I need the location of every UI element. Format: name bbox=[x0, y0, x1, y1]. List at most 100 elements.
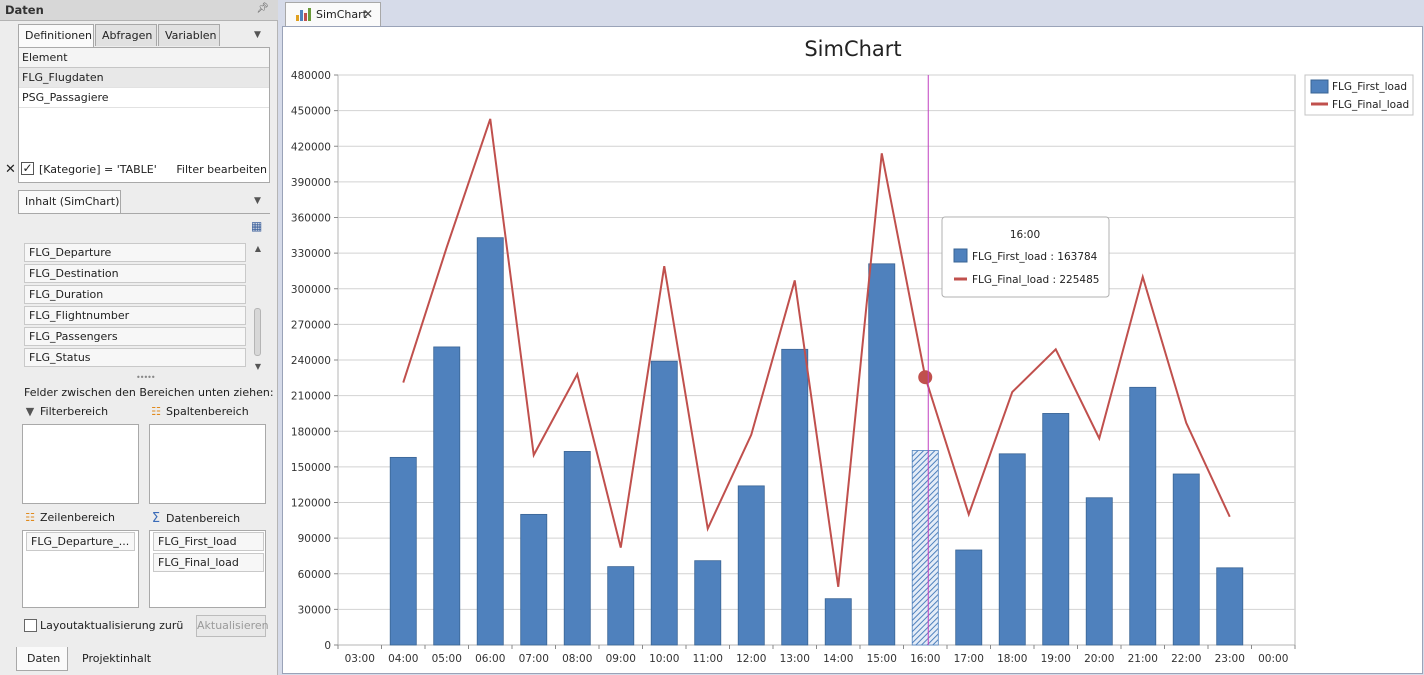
data-area-text: Datenbereich bbox=[166, 512, 241, 525]
edit-filter-link[interactable]: Filter bearbeiten bbox=[176, 163, 267, 176]
field-list-icon[interactable]: ▦ bbox=[251, 219, 262, 233]
x-tick-label: 04:00 bbox=[388, 653, 418, 665]
tab-content[interactable]: Inhalt (SimChart) bbox=[18, 190, 121, 213]
list-item[interactable]: FLG_Flugdaten bbox=[19, 68, 269, 88]
bar bbox=[1042, 413, 1070, 646]
bar bbox=[607, 566, 635, 646]
rows-icon: ☷ bbox=[25, 511, 35, 524]
bar bbox=[694, 560, 722, 646]
chevron-down-icon[interactable]: ▼ bbox=[254, 196, 261, 206]
y-tick-label: 30000 bbox=[298, 604, 331, 616]
bar bbox=[389, 456, 417, 646]
y-tick-label: 210000 bbox=[291, 391, 331, 403]
chevron-down-icon[interactable]: ▼ bbox=[254, 30, 261, 40]
y-tick-label: 420000 bbox=[291, 141, 331, 153]
tooltip: 16:00 FLG_First_load : 163784 FLG_Final_lo… bbox=[941, 216, 1110, 298]
list-item[interactable]: FLG_Status bbox=[24, 348, 246, 367]
x-axis: 03:00 04:00 05:00 06:00 07:00 08:00 09:00 10:00… bbox=[337, 645, 1296, 665]
list-item[interactable]: FLG_Departure_... bbox=[26, 532, 135, 551]
filter-area-drop[interactable] bbox=[22, 424, 139, 504]
tooltip-title: 16:00 bbox=[1010, 229, 1040, 241]
row-area-text: Zeilenbereich bbox=[40, 511, 116, 524]
simchart[interactable]: SimChart 0 30000 60000 90000 120000 150000 180… bbox=[283, 27, 1424, 675]
x-tick-label: 19:00 bbox=[1041, 653, 1071, 665]
bar bbox=[781, 348, 809, 646]
x-tick-label: 13:00 bbox=[780, 653, 810, 665]
column-area-label: ☷ Spaltenbereich bbox=[150, 405, 249, 418]
scroll-down-icon[interactable]: ▼ bbox=[252, 362, 264, 371]
chart-frame: SimChart 0 30000 60000 90000 120000 150000 180… bbox=[282, 26, 1423, 674]
y-tick-label: 60000 bbox=[298, 569, 331, 581]
x-tick-label: 14:00 bbox=[823, 653, 853, 665]
chart-icon bbox=[296, 8, 312, 21]
tab-simchart[interactable]: SimChart ✕ bbox=[285, 2, 381, 26]
y-tick-label: 480000 bbox=[291, 70, 331, 82]
y-tick-label: 150000 bbox=[291, 462, 331, 474]
x-tick-label: 00:00 bbox=[1258, 653, 1288, 665]
data-area-drop[interactable]: FLG_First_load FLG_Final_load bbox=[149, 530, 266, 608]
field-list-scrollbar[interactable]: ▲ ▼ bbox=[252, 240, 264, 374]
close-icon[interactable]: ✕ bbox=[5, 162, 16, 177]
filter-checkbox[interactable]: ✓ bbox=[21, 162, 34, 175]
tab-variables[interactable]: Variablen bbox=[158, 24, 220, 46]
tab-label: SimChart bbox=[316, 8, 367, 21]
scroll-up-icon[interactable]: ▲ bbox=[252, 244, 264, 253]
list-item[interactable]: FLG_Passengers bbox=[24, 327, 246, 346]
columns-icon: ☷ bbox=[151, 405, 161, 418]
bar bbox=[955, 549, 983, 646]
x-tick-label: 12:00 bbox=[736, 653, 766, 665]
funnel-icon: ▼ bbox=[25, 405, 35, 418]
bar bbox=[563, 451, 591, 646]
document-tabbar: SimChart ✕ bbox=[279, 0, 1424, 26]
list-item[interactable]: FLG_Departure bbox=[24, 243, 246, 262]
defer-layout-label: Layoutaktualisierung zurückstellen bbox=[40, 619, 184, 632]
list-item[interactable]: FLG_Final_load bbox=[153, 553, 264, 572]
tooltip-swatch-bar bbox=[953, 248, 968, 263]
list-item[interactable]: FLG_First_load bbox=[153, 532, 264, 551]
bar bbox=[476, 237, 504, 646]
bar bbox=[433, 346, 461, 646]
tooltip-row: FLG_First_load : 163784 bbox=[972, 251, 1098, 263]
divider bbox=[18, 213, 270, 214]
content-tabstrip: Inhalt (SimChart) ▼ bbox=[18, 190, 274, 213]
tab-data[interactable]: Daten bbox=[16, 647, 68, 671]
drag-hint: Felder zwischen den Bereichen unten zieh… bbox=[24, 386, 274, 399]
scroll-thumb[interactable] bbox=[254, 308, 261, 356]
y-tick-label: 450000 bbox=[291, 106, 331, 118]
refresh-button[interactable]: Aktualisieren bbox=[196, 615, 269, 637]
bar bbox=[998, 453, 1026, 646]
y-tick-label: 360000 bbox=[291, 213, 331, 225]
x-tick-label: 03:00 bbox=[345, 653, 375, 665]
bottom-tabstrip: Daten Projektinhalt bbox=[14, 647, 276, 675]
chart-title: SimChart bbox=[804, 37, 901, 61]
x-tick-label: 09:00 bbox=[606, 653, 636, 665]
x-tick-label: 11:00 bbox=[693, 653, 723, 665]
list-item[interactable]: PSG_Passagiere bbox=[19, 88, 269, 108]
y-tick-label: 270000 bbox=[291, 319, 331, 331]
x-tick-label: 18:00 bbox=[997, 653, 1027, 665]
row-area-label: ☷ Zeilenbereich bbox=[24, 511, 115, 524]
data-panel: Daten 📌︎ Definitionen Abfragen Variablen… bbox=[0, 0, 278, 675]
x-tick-label: 10:00 bbox=[649, 653, 679, 665]
splitter-grip-icon[interactable]: ••••• bbox=[136, 373, 156, 382]
tab-project-content[interactable]: Projektinhalt bbox=[72, 647, 161, 671]
panel-title: Daten bbox=[5, 3, 44, 17]
panel-header: Daten 📌︎ bbox=[0, 0, 278, 21]
defer-layout-checkbox[interactable] bbox=[24, 619, 37, 632]
bar bbox=[911, 450, 939, 646]
bar-series bbox=[389, 237, 1244, 646]
row-area-drop[interactable]: FLG_Departure_... bbox=[22, 530, 139, 608]
pin-icon[interactable]: 📌︎ bbox=[256, 3, 269, 14]
bar bbox=[520, 513, 548, 646]
close-icon[interactable]: ✕ bbox=[363, 7, 373, 21]
list-item[interactable]: FLG_Flightnumber bbox=[24, 306, 246, 325]
column-area-drop[interactable] bbox=[149, 424, 266, 504]
tab-definitions[interactable]: Definitionen bbox=[18, 24, 94, 47]
list-item[interactable]: FLG_Destination bbox=[24, 264, 246, 283]
list-item[interactable]: FLG_Duration bbox=[24, 285, 246, 304]
bar bbox=[1129, 386, 1157, 646]
tab-queries[interactable]: Abfragen bbox=[95, 24, 157, 46]
bar bbox=[1216, 567, 1244, 646]
x-tick-label: 05:00 bbox=[432, 653, 462, 665]
x-tick-label: 15:00 bbox=[867, 653, 897, 665]
